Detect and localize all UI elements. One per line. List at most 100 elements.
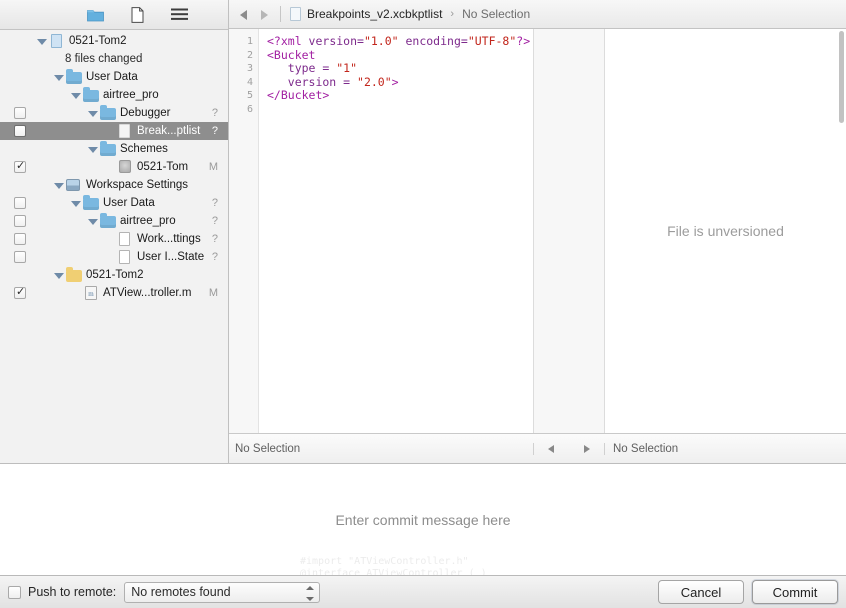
chevron-down-icon[interactable] bbox=[53, 180, 64, 191]
tree-row-label: User Data bbox=[103, 197, 155, 209]
cancel-button[interactable]: Cancel bbox=[658, 580, 744, 604]
tree-row-body: Break...ptlist bbox=[104, 124, 206, 138]
tree-row-checkbox[interactable] bbox=[14, 107, 26, 119]
code-token: version= bbox=[308, 34, 364, 48]
breadcrumb: Breakpoints_v2.xcbkptlist › No Selection bbox=[229, 0, 846, 29]
tree-row[interactable]: airtree_pro bbox=[0, 86, 228, 104]
scheme-icon bbox=[117, 160, 133, 174]
document-icon[interactable] bbox=[127, 6, 147, 24]
line-number-gutter: 1 2 3 4 5 6 bbox=[229, 29, 259, 433]
tree-row[interactable]: User I...State? bbox=[0, 248, 228, 266]
push-to-remote-label: Push to remote: bbox=[28, 585, 117, 599]
code-token: encoding= bbox=[398, 34, 468, 48]
commit-button[interactable]: Commit bbox=[752, 580, 838, 604]
tree-row-status-badge: ? bbox=[211, 233, 218, 245]
files-changed-count: 8 files changed bbox=[65, 53, 143, 65]
footer-buttons: Cancel Commit bbox=[658, 580, 838, 604]
previous-change-icon[interactable] bbox=[546, 443, 558, 455]
commit-message-input[interactable]: Enter commit message here bbox=[0, 463, 846, 575]
chevron-down-icon[interactable] bbox=[87, 216, 98, 227]
tree-row[interactable]: Work...ttings? bbox=[0, 230, 228, 248]
code-token: <?xml bbox=[267, 34, 309, 48]
next-change-icon[interactable] bbox=[581, 443, 593, 455]
tree-row-body: User I...State bbox=[104, 250, 210, 264]
list-icon[interactable] bbox=[169, 6, 189, 24]
tree-row-checkbox[interactable] bbox=[14, 233, 26, 245]
tree-row-status-badge: ? bbox=[211, 215, 218, 227]
doc-icon bbox=[117, 250, 133, 264]
tree-row-label: airtree_pro bbox=[120, 215, 176, 227]
remote-select[interactable]: No remotes found bbox=[124, 581, 321, 603]
tree-row-checkbox[interactable] bbox=[14, 159, 26, 173]
tree-row[interactable]: Schemes bbox=[0, 140, 228, 158]
chevron-down-icon[interactable] bbox=[53, 72, 64, 83]
breadcrumb-divider bbox=[280, 6, 281, 22]
tree-row-label: Debugger bbox=[120, 107, 171, 119]
code-token: "1.0" bbox=[363, 34, 399, 48]
tree-row[interactable]: Workspace Settings bbox=[0, 176, 228, 194]
tree-row[interactable]: 0521-Tom2 bbox=[0, 266, 228, 284]
editor-scrollbar[interactable] bbox=[837, 29, 846, 433]
tree-row[interactable]: 0521-Tom2 bbox=[0, 32, 228, 50]
tree-row[interactable]: airtree_pro? bbox=[0, 212, 228, 230]
breadcrumb-file-name[interactable]: Breakpoints_v2.xcbkptlist bbox=[307, 7, 442, 21]
tree-row-label: 0521-Tom2 bbox=[86, 269, 144, 281]
tree-row-label: Break...ptlist bbox=[137, 125, 201, 137]
chevron-down-icon[interactable] bbox=[87, 108, 98, 119]
doc-icon bbox=[117, 124, 133, 138]
folder-blue-icon bbox=[100, 105, 116, 120]
tree-row-body: airtree_pro bbox=[70, 87, 165, 102]
line-number: 3 bbox=[246, 63, 253, 74]
twisty-spacer bbox=[70, 288, 81, 299]
scrollbar-thumb[interactable] bbox=[839, 31, 844, 123]
tree-row-checkbox[interactable] bbox=[14, 197, 26, 209]
line-number: 6 bbox=[246, 103, 253, 115]
tree-row-label: airtree_pro bbox=[103, 89, 159, 101]
code-token: "1" bbox=[336, 61, 358, 75]
tree-row-checkbox[interactable] bbox=[14, 285, 26, 299]
tree-row-body: User Data bbox=[53, 69, 144, 84]
status-right-selection: No Selection bbox=[613, 442, 679, 455]
tree-row[interactable]: User Data bbox=[0, 68, 228, 86]
tree-row-checkbox[interactable] bbox=[14, 125, 26, 137]
tree-row-status-badge: M bbox=[208, 287, 218, 299]
breadcrumb-selection[interactable]: No Selection bbox=[462, 7, 530, 21]
tree-row-body: 0521-Tom2 bbox=[36, 34, 133, 48]
commit-message-placeholder: Enter commit message here bbox=[335, 511, 511, 528]
chevron-down-icon[interactable] bbox=[53, 270, 64, 281]
tree-row[interactable]: 0521-Tom M bbox=[0, 158, 228, 176]
tree-row[interactable]: Break...ptlist? bbox=[0, 122, 228, 140]
tree-row-checkbox[interactable] bbox=[14, 251, 26, 263]
code-text[interactable]: <?xml version="1.0" encoding="UTF-8"?> <B… bbox=[259, 29, 533, 433]
chevron-down-icon[interactable] bbox=[70, 90, 81, 101]
folder-icon[interactable] bbox=[85, 6, 105, 24]
file-tree[interactable]: 0521-Tom2 8 files changed User Data airtree… bbox=[0, 30, 228, 463]
folder-blue-icon bbox=[100, 213, 116, 228]
code-line: <Bucket bbox=[267, 48, 533, 63]
chevron-down-icon[interactable] bbox=[36, 36, 47, 47]
chevron-down-icon[interactable] bbox=[87, 144, 98, 155]
tree-row-checkbox[interactable] bbox=[14, 215, 26, 227]
line-number: 2 bbox=[246, 49, 253, 61]
twisty-spacer bbox=[104, 162, 115, 173]
tree-row-label: User I...State bbox=[137, 251, 205, 263]
tree-row-label: Schemes bbox=[120, 143, 168, 155]
navigate-forward-icon[interactable] bbox=[257, 7, 271, 21]
folder-blue-icon bbox=[66, 69, 82, 84]
status-left-selection: No Selection bbox=[229, 442, 534, 455]
tree-row-label: Workspace Settings bbox=[86, 179, 189, 191]
tree-row-label: 0521-Tom2 bbox=[69, 35, 127, 47]
folder-blue-icon bbox=[83, 195, 99, 210]
chevron-down-icon[interactable] bbox=[70, 198, 81, 209]
push-to-remote-checkbox[interactable] bbox=[8, 585, 21, 599]
code-line: </Bucket> bbox=[267, 88, 533, 103]
unversioned-message: File is unversioned bbox=[667, 223, 784, 239]
code-token: > bbox=[391, 74, 399, 89]
tree-row-status-badge: ? bbox=[211, 197, 218, 209]
tree-row[interactable]: m ATView...troller.m M bbox=[0, 284, 228, 302]
navigate-back-icon[interactable] bbox=[237, 7, 251, 21]
tree-row[interactable]: Debugger? bbox=[0, 104, 228, 122]
tree-row[interactable]: User Data? bbox=[0, 194, 228, 212]
line-number: 4 bbox=[246, 76, 253, 88]
